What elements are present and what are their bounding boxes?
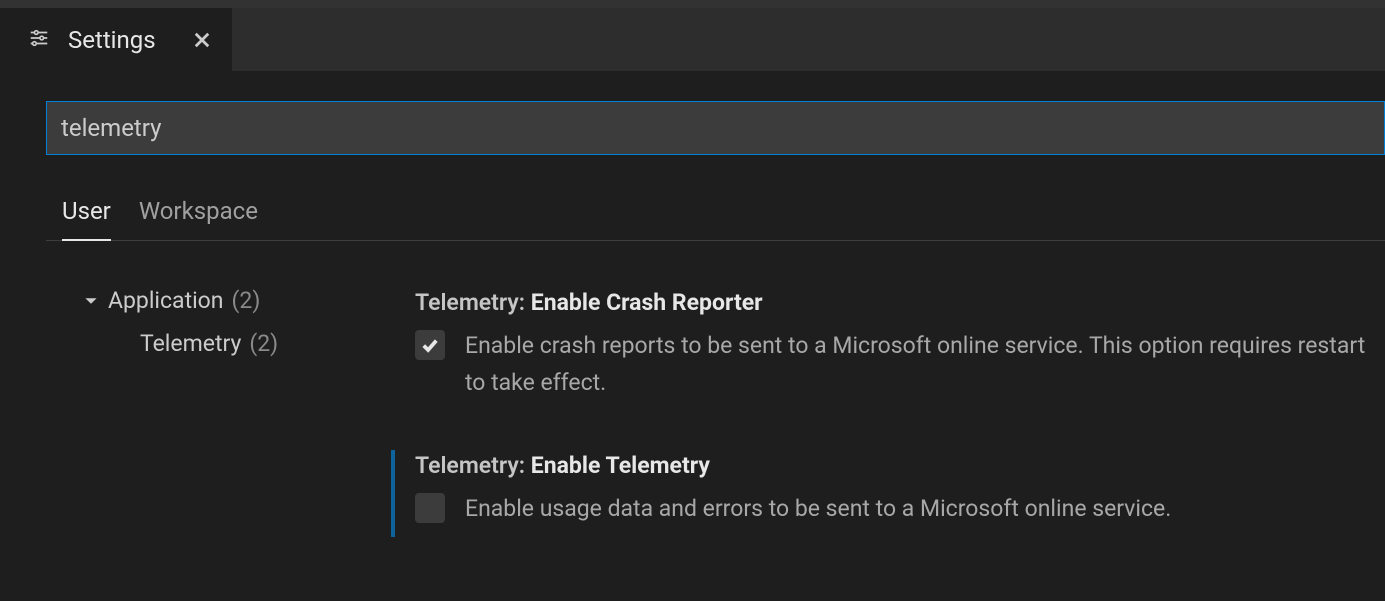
setting-enable-crash-reporter: Telemetry: Enable Crash Reporter Enable … — [391, 279, 1385, 442]
checkbox-crash-reporter[interactable] — [415, 330, 445, 360]
scope-tabs: User Workspace — [46, 197, 1385, 241]
setting-prefix: Telemetry: — [415, 452, 531, 479]
setting-title: Telemetry: Enable Crash Reporter — [415, 289, 1385, 316]
settings-list: Telemetry: Enable Crash Reporter Enable … — [391, 279, 1385, 567]
tree-item-label: Telemetry — [140, 330, 241, 357]
checkbox-telemetry[interactable] — [415, 493, 445, 523]
setting-title: Telemetry: Enable Telemetry — [415, 452, 1385, 479]
tab-settings[interactable]: Settings — [0, 8, 232, 71]
tab-bar: Settings — [0, 8, 1385, 71]
titlebar-strip — [0, 0, 1385, 8]
setting-name: Enable Telemetry — [531, 452, 710, 479]
close-icon[interactable] — [192, 30, 212, 50]
setting-description: Enable usage data and errors to be sent … — [465, 491, 1171, 528]
scope-user[interactable]: User — [62, 197, 111, 241]
settings-icon — [28, 27, 50, 53]
tab-label: Settings — [68, 26, 156, 54]
setting-description: Enable crash reports to be sent to a Mic… — [465, 328, 1385, 402]
tree-item-count: (2) — [232, 287, 261, 314]
setting-name: Enable Crash Reporter — [531, 289, 763, 316]
tree-item-count: (2) — [249, 330, 278, 357]
scope-workspace[interactable]: Workspace — [139, 197, 258, 240]
settings-tree: Application (2) Telemetry (2) — [46, 279, 391, 567]
search-input[interactable] — [46, 101, 1385, 155]
tree-item-label: Application — [108, 287, 224, 314]
setting-enable-telemetry: Telemetry: Enable Telemetry Enable usage… — [391, 442, 1385, 568]
tree-item-telemetry[interactable]: Telemetry (2) — [84, 322, 391, 365]
settings-content: User Workspace Application (2) Telemetry… — [0, 71, 1385, 567]
setting-prefix: Telemetry: — [415, 289, 531, 316]
tree-item-application[interactable]: Application (2) — [84, 279, 391, 322]
chevron-down-icon — [84, 294, 102, 308]
